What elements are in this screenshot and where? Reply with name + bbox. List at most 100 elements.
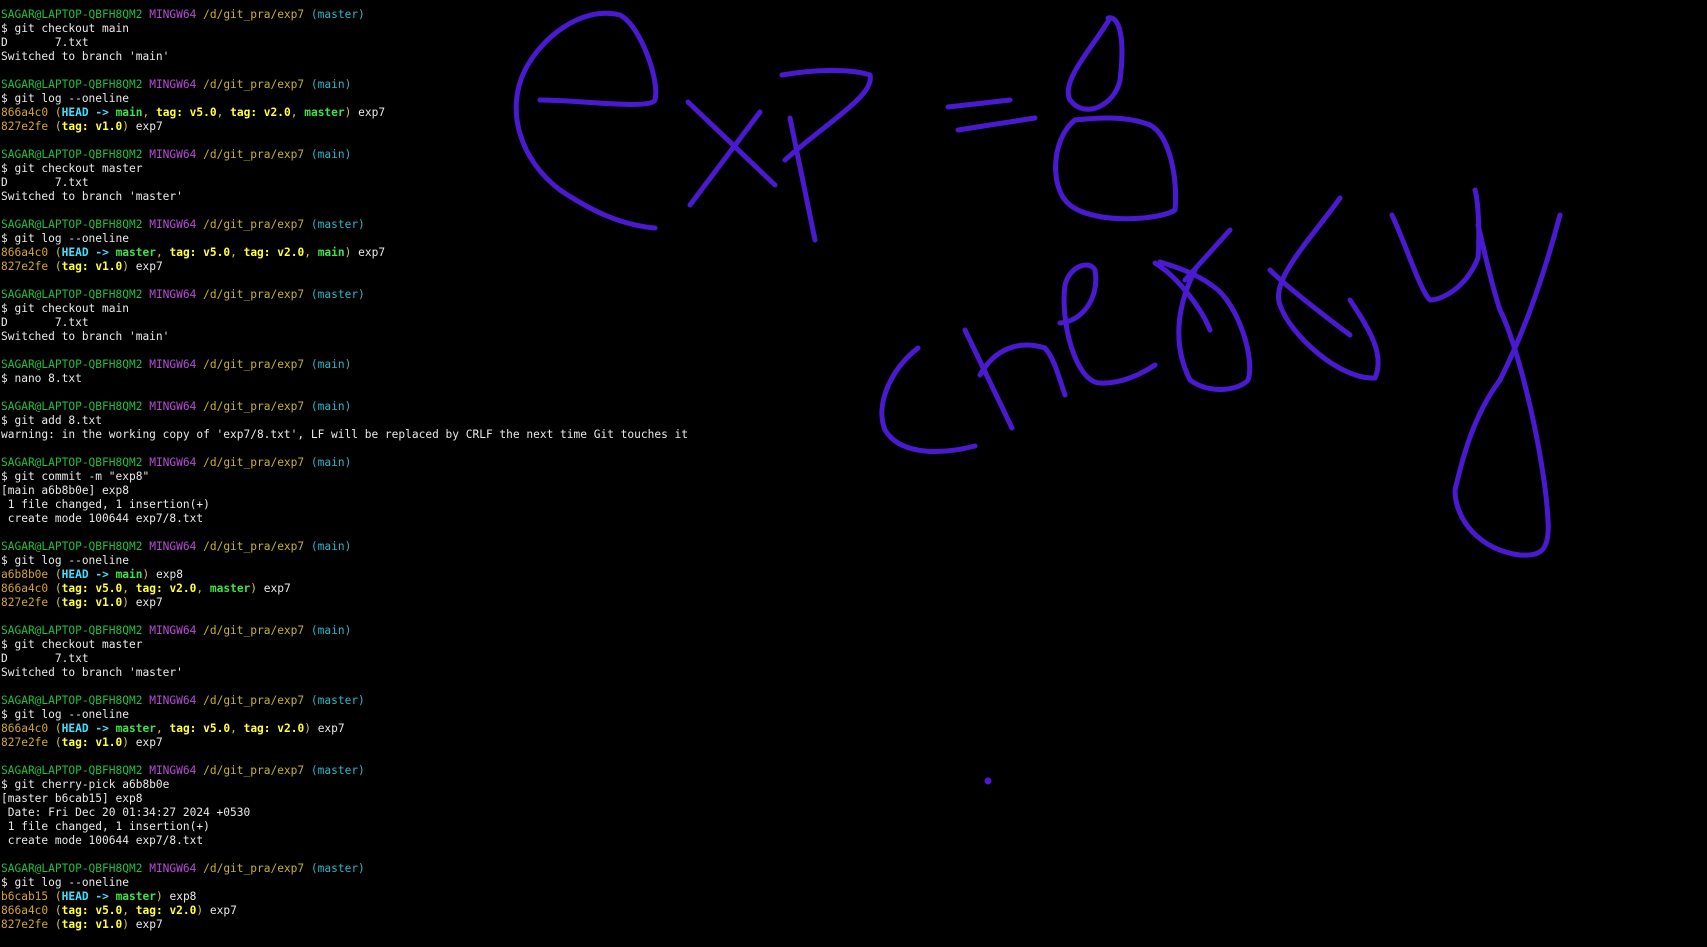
prompt-system: MINGW64: [149, 78, 197, 91]
output-text: Switched to branch 'master': [1, 666, 183, 679]
commit-hash: 866a4c0: [1, 246, 49, 259]
output-line: D 7.txt: [1, 36, 1707, 50]
ref-arrow: ->: [88, 246, 116, 259]
command-text: $ git add 8.txt: [1, 414, 103, 427]
commit-message: exp7: [129, 918, 163, 931]
ref-separator: ,: [230, 246, 244, 259]
ref-tag: tag: v2.0: [135, 904, 197, 917]
command-line: $ git log --oneline: [1, 92, 1707, 106]
ref-separator: ,: [122, 904, 136, 917]
prompt-system: MINGW64: [149, 218, 197, 231]
ref-open-paren: (: [54, 246, 62, 259]
prompt-user: SAGAR@LAPTOP-QBFH8QM2: [1, 288, 143, 301]
output-line: Switched to branch 'main': [1, 50, 1707, 64]
prompt-user: SAGAR@LAPTOP-QBFH8QM2: [1, 456, 143, 469]
output-text: [master b6cab15] exp8: [1, 792, 143, 805]
prompt-user: SAGAR@LAPTOP-QBFH8QM2: [1, 764, 143, 777]
prompt-path: /d/git_pra/exp7: [203, 456, 305, 469]
log-space: [48, 722, 55, 735]
ref-open-paren: (: [54, 260, 62, 273]
prompt-user: SAGAR@LAPTOP-QBFH8QM2: [1, 624, 143, 637]
commit-hash: 827e2fe: [1, 918, 49, 931]
ref-tag: tag: v2.0: [243, 722, 305, 735]
command-line: $ git cherry-pick a6b8b0e: [1, 778, 1707, 792]
commit-hash: 827e2fe: [1, 120, 49, 133]
log-entry: 866a4c0 (HEAD -> main, tag: v5.0, tag: v…: [1, 106, 1707, 120]
ref-open-paren: (: [54, 736, 62, 749]
log-entry: 827e2fe (tag: v1.0) exp7: [1, 120, 1707, 134]
ref-head: HEAD: [61, 890, 89, 903]
ref-tag: tag: v5.0: [169, 246, 231, 259]
output-text: Date: Fri Dec 20 01:34:27 2024 +0530: [1, 806, 251, 819]
ref-separator: ,: [155, 246, 170, 259]
log-space: [48, 106, 55, 119]
log-space: [48, 890, 55, 903]
prompt-user: SAGAR@LAPTOP-QBFH8QM2: [1, 148, 143, 161]
prompt-user: SAGAR@LAPTOP-QBFH8QM2: [1, 218, 143, 231]
commit-message: exp7: [203, 904, 237, 917]
output-text: Switched to branch 'master': [1, 190, 183, 203]
log-entry: 866a4c0 (tag: v5.0, tag: v2.0) exp7: [1, 904, 1707, 918]
prompt-branch: (master): [310, 862, 365, 875]
output-line: D 7.txt: [1, 652, 1707, 666]
prompt-system: MINGW64: [149, 148, 197, 161]
commit-hash: 827e2fe: [1, 596, 49, 609]
ref-tag: tag: v1.0: [61, 736, 123, 749]
prompt-path: /d/git_pra/exp7: [203, 288, 305, 301]
log-space: [48, 260, 55, 273]
terminal-window[interactable]: SAGAR@LAPTOP-QBFH8QM2 MINGW64 /d/git_pra…: [0, 0, 1707, 947]
prompt-line: SAGAR@LAPTOP-QBFH8QM2 MINGW64 /d/git_pra…: [1, 694, 1707, 708]
prompt-path: /d/git_pra/exp7: [203, 358, 305, 371]
prompt-branch: (master): [310, 288, 365, 301]
commit-message: exp8: [162, 890, 197, 903]
prompt-line: SAGAR@LAPTOP-QBFH8QM2 MINGW64 /d/git_pra…: [1, 218, 1707, 232]
ref-close-paren: ): [155, 890, 163, 903]
command-text: $ git log --oneline: [1, 232, 129, 245]
command-line: $ git checkout main: [1, 22, 1707, 36]
commit-hash: 827e2fe: [1, 736, 49, 749]
prompt-branch: (master): [310, 694, 365, 707]
log-space: [48, 246, 55, 259]
command-line: $ git log --oneline: [1, 708, 1707, 722]
ref-tag: tag: v1.0: [61, 596, 123, 609]
ref-branch: master: [209, 582, 251, 595]
commit-message: exp7: [257, 582, 291, 595]
command-text: $ git checkout master: [1, 162, 143, 175]
output-line: [master b6cab15] exp8: [1, 792, 1707, 806]
prompt-path: /d/git_pra/exp7: [203, 694, 305, 707]
ref-open-paren: (: [54, 106, 62, 119]
commit-message: exp7: [129, 736, 163, 749]
log-space: [48, 904, 55, 917]
ref-open-paren: (: [54, 568, 62, 581]
command-text: $ nano 8.txt: [1, 372, 82, 385]
ref-separator: ,: [155, 722, 170, 735]
prompt-path: /d/git_pra/exp7: [203, 540, 305, 553]
command-line: $ git log --oneline: [1, 876, 1707, 890]
command-text: $ git log --oneline: [1, 708, 129, 721]
output-text: Switched to branch 'main': [1, 330, 170, 343]
ref-open-paren: (: [54, 722, 62, 735]
ref-arrow: ->: [88, 890, 116, 903]
prompt-line: SAGAR@LAPTOP-QBFH8QM2 MINGW64 /d/git_pra…: [1, 400, 1707, 414]
log-entry: 827e2fe (tag: v1.0) exp7: [1, 918, 1707, 932]
output-line: 1 file changed, 1 insertion(+): [1, 820, 1707, 834]
ref-separator: ,: [290, 106, 305, 119]
ref-separator: ,: [230, 722, 244, 735]
command-line: $ git add 8.txt: [1, 414, 1707, 428]
ref-tag: tag: v5.0: [169, 722, 231, 735]
log-space: [48, 596, 55, 609]
ref-branch: main: [317, 246, 345, 259]
output-line: D 7.txt: [1, 176, 1707, 190]
prompt-user: SAGAR@LAPTOP-QBFH8QM2: [1, 540, 143, 553]
ref-branch: main: [115, 568, 143, 581]
prompt-line: SAGAR@LAPTOP-QBFH8QM2 MINGW64 /d/git_pra…: [1, 8, 1707, 22]
ref-open-paren: (: [54, 904, 62, 917]
